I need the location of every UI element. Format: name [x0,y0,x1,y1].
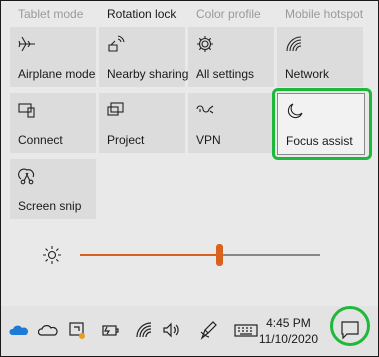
volume-icon[interactable] [162,320,182,340]
screen-snip-icon [18,167,36,185]
color-profile-toggle[interactable]: Color profile [196,7,261,21]
onedrive-icon[interactable] [9,320,29,340]
connect-icon [18,101,36,119]
tile-label: All settings [196,67,255,81]
tile-label: Airplane mode [18,67,96,81]
cloud-icon[interactable] [38,320,58,340]
defender-icon[interactable] [67,320,87,340]
rotation-lock-toggle[interactable]: Rotation lock [107,7,176,21]
tile-project[interactable]: Project [99,93,185,153]
tile-airplane-mode[interactable]: Airplane mode [10,27,96,87]
taskbar: 4:45 PM 11/10/2020 [1,306,378,356]
tile-label: Connect [18,133,63,147]
brightness-track [219,254,320,256]
battery-icon[interactable] [100,320,120,340]
brightness-fill [80,254,219,256]
clock-date: 11/10/2020 [258,332,318,346]
keyboard-icon[interactable] [234,320,258,340]
tile-connect[interactable]: Connect [10,93,96,153]
vpn-icon [196,101,214,119]
notification-highlight [330,306,370,346]
clock-time: 4:45 PM [266,316,311,330]
network-icon [285,35,303,53]
project-icon [107,101,125,119]
wifi-icon[interactable] [134,320,154,340]
tile-screen-snip[interactable]: Screen snip [10,159,96,219]
mobile-hotspot-toggle[interactable]: Mobile hotspot [285,7,363,21]
pen-icon[interactable] [199,320,219,340]
tile-vpn[interactable]: VPN [188,93,274,153]
tile-nearby-sharing[interactable]: Nearby sharing [99,27,189,87]
airplane-icon [18,35,36,53]
tile-label: Project [107,133,145,147]
sun-icon [42,245,62,265]
tile-label: VPN [196,133,221,147]
nearby-sharing-icon [107,35,125,53]
focus-assist-highlight [272,88,372,160]
tile-network[interactable]: Network [277,27,363,87]
tile-label: Network [285,67,330,81]
tile-all-settings[interactable]: All settings [188,27,274,87]
tile-label: Nearby sharing [107,67,189,81]
brightness-thumb[interactable] [216,244,223,266]
tablet-mode-toggle[interactable]: Tablet mode [18,7,83,21]
tile-label: Screen snip [18,199,82,213]
brightness-slider[interactable] [80,243,320,267]
taskbar-clock[interactable]: 4:45 PM 11/10/2020 [259,315,318,347]
gear-icon [196,35,214,53]
